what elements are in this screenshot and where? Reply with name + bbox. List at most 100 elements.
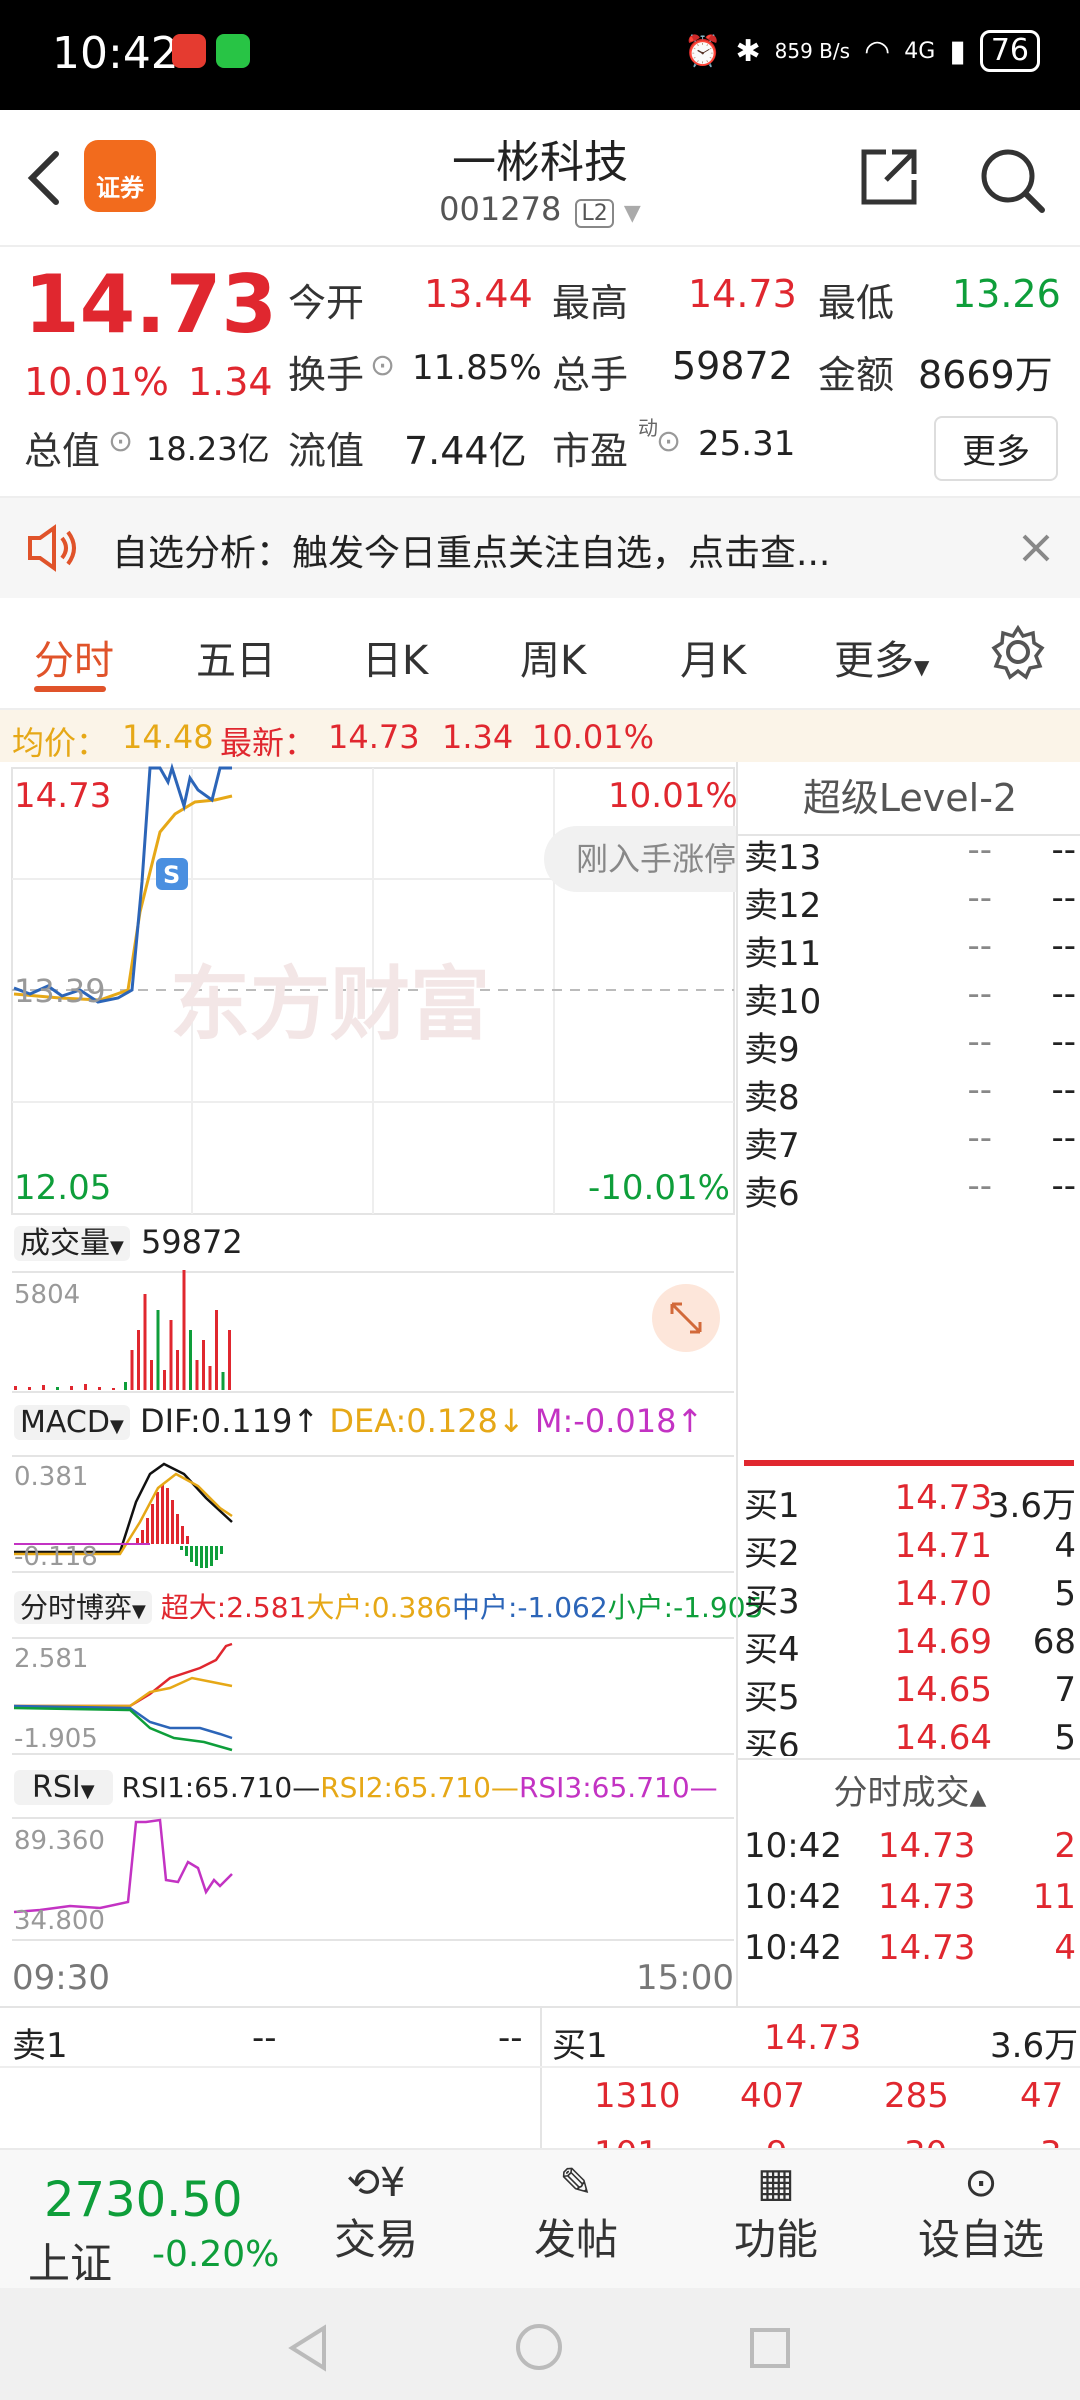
- summary-buy-volume: 3.6万: [990, 2026, 1079, 2066]
- status-bar: 10:42 ⏰ ✱ 859 B/s ◠ 4G ▮ 76: [0, 0, 1080, 110]
- more-button[interactable]: 更多: [934, 416, 1058, 481]
- tick-time: 10:42: [744, 1877, 842, 1917]
- info-icon[interactable]: ⊙: [656, 424, 681, 459]
- notice-bar[interactable]: 自选分析：触发今日重点关注自选，点击查...: [0, 496, 1080, 598]
- notice-text[interactable]: 自选分析：触发今日重点关注自选，点击查...: [112, 524, 830, 576]
- order-book-panel: 超级Level-2 卖13 -- -- 卖12 -- -- 卖11 -- -- 卖10 -- -- 卖9…: [736, 762, 1080, 2006]
- nav-function[interactable]: ▦ 功能: [726, 2160, 826, 2290]
- game-indicator-dropdown[interactable]: 分时博弈▼: [14, 1591, 152, 1624]
- ask-row[interactable]: 卖8 -- --: [738, 1070, 1080, 1118]
- intraday-chart-canvas[interactable]: 东方财富 S: [0, 762, 738, 2004]
- status-time: 10:42: [52, 28, 179, 79]
- volume-label: 总手: [552, 353, 629, 397]
- speaker-icon: [28, 524, 76, 572]
- gear-icon[interactable]: [990, 624, 1046, 680]
- volume-bar: [150, 1360, 153, 1390]
- tick-row: 10:42 14.73 2: [738, 1826, 1080, 1874]
- chevron-down-icon[interactable]: ▼: [624, 201, 641, 226]
- bid-row[interactable]: 买2 14.71 4: [738, 1526, 1080, 1574]
- ask-row[interactable]: 卖10 -- --: [738, 974, 1080, 1022]
- ask-row[interactable]: 卖7 -- --: [738, 1118, 1080, 1166]
- recents-square-icon[interactable]: [748, 2326, 792, 2370]
- change-amount: 1.34: [188, 360, 273, 404]
- ask-row[interactable]: 卖11 -- --: [738, 926, 1080, 974]
- ask-row-volume: --: [1051, 1166, 1076, 1206]
- bid-row[interactable]: 买4 14.69 68: [738, 1622, 1080, 1670]
- volume-indicator-dropdown[interactable]: 成交量▼: [14, 1226, 130, 1261]
- bid-row-label: 买5: [744, 1678, 800, 1718]
- share-icon[interactable]: [858, 146, 920, 208]
- tab-intraday[interactable]: 分时: [34, 628, 114, 686]
- tick-volume: 2: [1054, 1826, 1076, 1866]
- latest-percent: 10.01%: [532, 718, 655, 756]
- nav-post[interactable]: ✎ 发帖: [526, 2160, 626, 2290]
- volume-bar: [189, 1330, 192, 1390]
- back-triangle-icon[interactable]: [286, 2324, 330, 2372]
- macd-bar: [161, 1484, 164, 1544]
- tick-price: 14.73: [878, 1877, 976, 1917]
- rsi-indicator-dropdown[interactable]: RSI▼: [14, 1770, 113, 1805]
- queue-item: 285: [884, 2076, 949, 2116]
- volume-value: 59872: [672, 344, 793, 388]
- low-value: 13.26: [952, 272, 1061, 316]
- price-axis-bottom: 12.05: [14, 1168, 112, 1208]
- volume-bar: [215, 1310, 218, 1390]
- ask-row-price: --: [967, 974, 992, 1014]
- macd-bar: [215, 1546, 218, 1560]
- volume-bar: [156, 1310, 160, 1390]
- bid-row-price: 14.64: [894, 1718, 992, 1756]
- tick-price: 14.73: [878, 1928, 976, 1968]
- tab-weekly-k[interactable]: 周K: [520, 628, 586, 686]
- bid-row-volume: 3.6万: [987, 1486, 1076, 1526]
- nav-add-watchlist[interactable]: ⊙ 设自选: [906, 2160, 1056, 2290]
- bottom-nav: 2730.50 上证 -0.20% ⟲¥ 交易 ✎ 发帖 ▦ 功能 ⊙ 设自选: [0, 2148, 1080, 2290]
- macd-bar: [195, 1546, 198, 1566]
- level2-badge[interactable]: L2: [575, 199, 614, 228]
- rsi2-value: RSI2:65.710—: [320, 1771, 519, 1804]
- game-mid: 中户:-1.062: [451, 1591, 608, 1624]
- bid-row[interactable]: 买3 14.70 5: [738, 1574, 1080, 1622]
- ask-row[interactable]: 卖6 -- --: [738, 1166, 1080, 1214]
- home-circle-icon[interactable]: [514, 2322, 564, 2372]
- info-icon[interactable]: ⊙: [370, 348, 395, 383]
- time-start-label: 09:30: [12, 1958, 110, 1998]
- chevron-down-icon: ▼: [132, 1601, 146, 1622]
- tab-more[interactable]: 更多▼: [834, 628, 929, 686]
- ask-row[interactable]: 卖9 -- --: [738, 1022, 1080, 1070]
- volume-bar: [14, 1386, 17, 1390]
- latest-change: 1.34: [442, 718, 514, 756]
- total-value: 18.23亿: [146, 430, 270, 468]
- macd-m: M:-0.018↑: [534, 1402, 704, 1440]
- quote-panel: 14.73 10.01% 1.34 今开 13.44 最高 14.73 最低 1…: [0, 246, 1080, 496]
- ticks-title[interactable]: 分时成交▲: [738, 1758, 1080, 1826]
- ask-row-label: 卖12: [744, 886, 822, 926]
- system-nav-bar: [0, 2288, 1080, 2400]
- ask-row-price: --: [967, 834, 992, 870]
- close-icon[interactable]: [1020, 532, 1052, 564]
- level2-title[interactable]: 超级Level-2: [738, 762, 1080, 836]
- info-icon[interactable]: ⊙: [108, 424, 133, 459]
- macd-indicator-dropdown[interactable]: MACD▼: [14, 1405, 130, 1440]
- macd-dea: DEA:0.128↓: [329, 1402, 525, 1440]
- index-ticker[interactable]: 2730.50 上证 -0.20%: [0, 2150, 300, 2290]
- bid-row[interactable]: 买6 14.64 5: [738, 1718, 1080, 1756]
- macd-bar: [180, 1546, 183, 1550]
- nav-trade[interactable]: ⟲¥ 交易: [326, 2160, 426, 2290]
- macd-bar: [181, 1526, 184, 1544]
- bid-row[interactable]: 买5 14.65 7: [738, 1670, 1080, 1718]
- macd-min-label: -0.118: [14, 1542, 98, 1572]
- search-icon[interactable]: [978, 146, 1046, 214]
- tab-monthly-k[interactable]: 月K: [680, 628, 746, 686]
- tooltip-chip[interactable]: 刚入手涨停: [544, 826, 738, 892]
- summary-sell-volume: --: [498, 2018, 523, 2058]
- bid-row[interactable]: 买1 14.73 3.6万: [738, 1478, 1080, 1526]
- bid-list: 买1 14.73 3.6万 买2 14.71 4 买3 14.70 5 买4 14.69 68 买5 14…: [738, 1478, 1080, 1756]
- net-speed: 859 B/s: [774, 39, 851, 63]
- tab-five-day[interactable]: 五日: [196, 628, 276, 686]
- macd-bar: [156, 1492, 159, 1544]
- ask-row[interactable]: 卖13 -- --: [738, 834, 1080, 878]
- ask-row-label: 卖13: [744, 838, 822, 878]
- tab-daily-k[interactable]: 日K: [362, 628, 428, 686]
- ask-row-price: --: [967, 1166, 992, 1206]
- ask-row[interactable]: 卖12 -- --: [738, 878, 1080, 926]
